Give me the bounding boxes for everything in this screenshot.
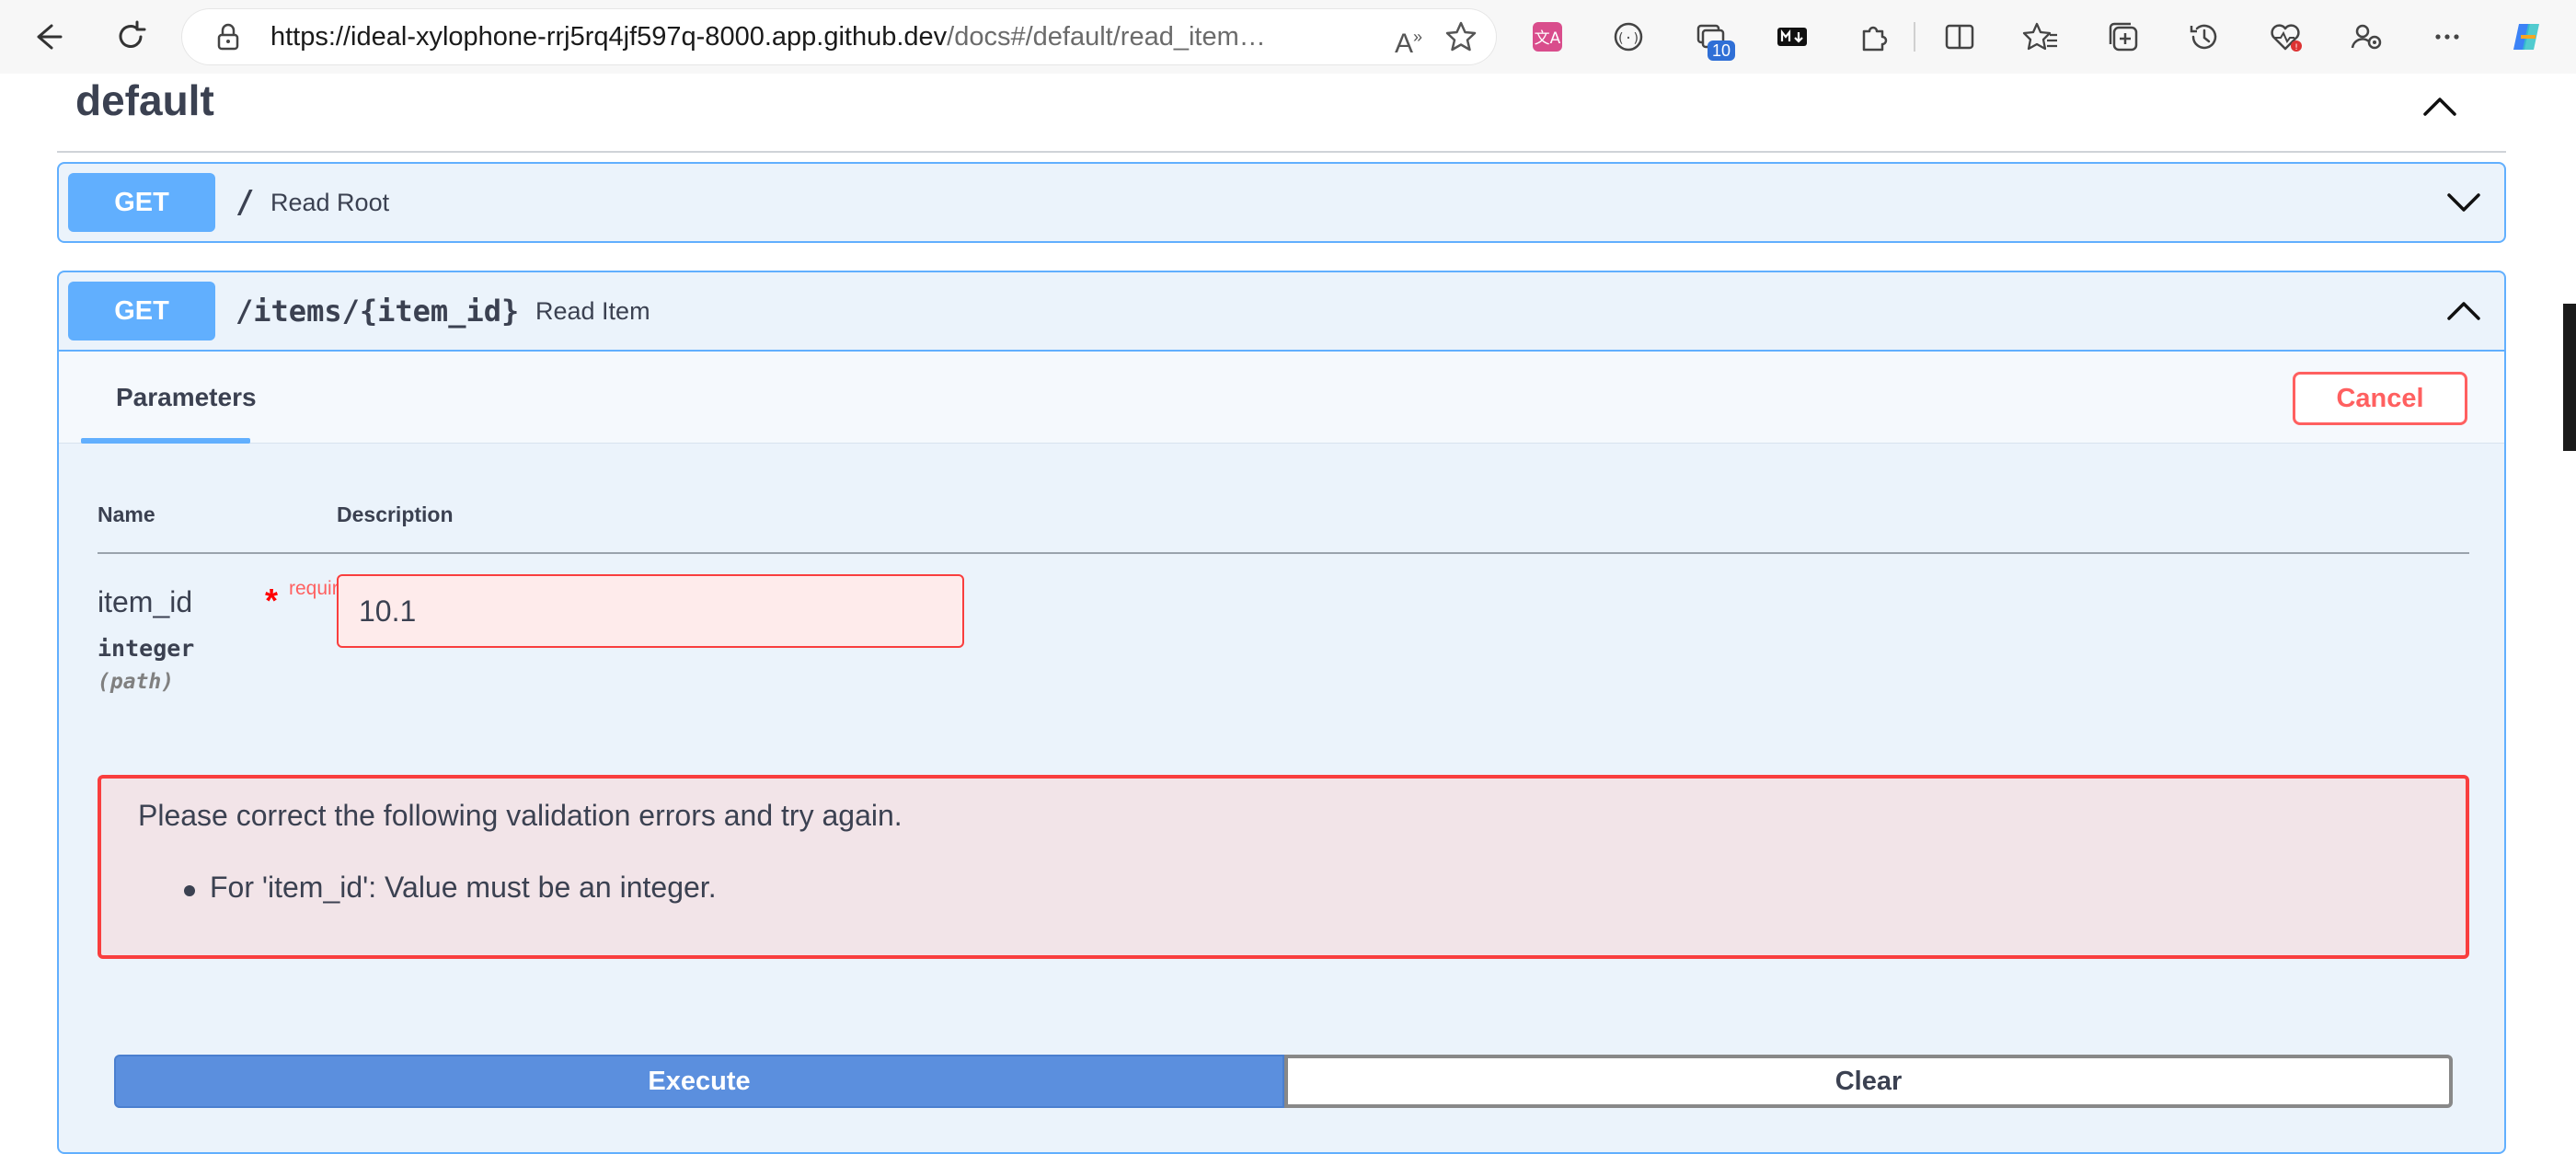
column-header-name: Name: [98, 502, 155, 526]
profile-icon[interactable]: [2344, 15, 2388, 59]
markdown-icon[interactable]: [1770, 15, 1814, 59]
favorites-icon[interactable]: [2018, 15, 2063, 59]
read-aloud-glyph: A: [1395, 29, 1414, 59]
swagger-page: default GET / Read Root GET /items/{item…: [0, 74, 2576, 1154]
endpoint-path: /items/{item_id}: [236, 294, 520, 329]
more-icon[interactable]: [2425, 15, 2469, 59]
parameter-type: integer: [98, 635, 195, 662]
column-header-description: Description: [337, 502, 454, 526]
copilot-icon[interactable]: [2504, 15, 2548, 59]
item-id-input[interactable]: [337, 574, 964, 648]
parameter-location: (path): [98, 670, 175, 694]
refresh-icon[interactable]: [109, 15, 153, 59]
url-host: https://ideal-xylophone-rrj5rq4jf597q-80…: [270, 22, 948, 52]
history-icon[interactable]: [2182, 15, 2226, 59]
required-star: *: [265, 582, 279, 619]
opblock-read-root: GET / Read Root: [57, 162, 2506, 243]
lock-icon[interactable]: [212, 20, 245, 53]
tab-count-badge: 10: [1708, 40, 1736, 61]
tab-active-indicator: [81, 438, 250, 444]
clear-button[interactable]: Clear: [1284, 1055, 2453, 1108]
back-arrow-icon[interactable]: [26, 15, 70, 59]
method-badge: GET: [68, 173, 215, 232]
chevron-up-icon[interactable]: [2444, 293, 2484, 329]
collections-icon[interactable]: [2101, 15, 2145, 59]
url-text[interactable]: https://ideal-xylophone-rrj5rq4jf597q-80…: [270, 9, 1503, 64]
endpoint-path: /: [236, 184, 255, 221]
toolbar-divider: [1914, 22, 1915, 52]
read-aloud-icon[interactable]: A»: [1395, 18, 1432, 59]
endpoint-summary: Read Root: [270, 189, 390, 216]
svg-text:!: !: [2294, 43, 2298, 52]
cancel-button[interactable]: Cancel: [2293, 372, 2467, 425]
section-title[interactable]: default: [75, 75, 214, 125]
tab-header: Parameters Cancel: [59, 352, 2504, 444]
validation-error-item: For 'item_id': Value must be an integer.: [210, 871, 717, 904]
read-aloud-superscript: »: [1413, 28, 1423, 46]
section-divider: [57, 151, 2506, 153]
window-edge-strip: [2563, 304, 2576, 451]
chevron-up-icon[interactable]: [2420, 90, 2460, 123]
opblock-summary[interactable]: GET / Read Root: [59, 164, 2504, 241]
address-bar[interactable]: https://ideal-xylophone-rrj5rq4jf597q-80…: [182, 9, 1496, 64]
browser-toolbar: https://ideal-xylophone-rrj5rq4jf597q-80…: [0, 0, 2576, 74]
tab-parameters[interactable]: Parameters: [98, 352, 275, 444]
opblock-summary[interactable]: GET /items/{item_id} Read Item: [59, 272, 2504, 350]
bullet-icon: [184, 885, 195, 896]
browser-essentials-icon[interactable]: !: [2263, 15, 2307, 59]
svg-text:(·): (·): [1616, 31, 1639, 46]
extensions-icon[interactable]: [1851, 15, 1895, 59]
parameter-name: item_id: [98, 585, 193, 618]
translate-icon[interactable]: 文A: [1525, 15, 1570, 59]
validation-errors-title: Please correct the following validation …: [138, 799, 903, 832]
table-header-divider: [98, 552, 2469, 554]
svg-text:文A: 文A: [1535, 29, 1561, 48]
method-badge: GET: [68, 282, 215, 340]
dev-tools-icon[interactable]: (·): [1606, 15, 1650, 59]
opblock-read-item: GET /items/{item_id} Read Item Parameter…: [57, 271, 2506, 1154]
endpoint-summary: Read Item: [535, 297, 650, 325]
chevron-down-icon[interactable]: [2444, 184, 2484, 221]
url-path: /docs#/default/read_item…: [947, 22, 1266, 52]
validation-errors: Please correct the following validation …: [98, 775, 2469, 959]
star-icon[interactable]: [1443, 18, 1479, 55]
split-screen-icon[interactable]: [1938, 15, 1982, 59]
opblock-body: Parameters Cancel Name Description item_…: [59, 350, 2504, 1154]
execute-button[interactable]: Execute: [114, 1055, 1284, 1108]
